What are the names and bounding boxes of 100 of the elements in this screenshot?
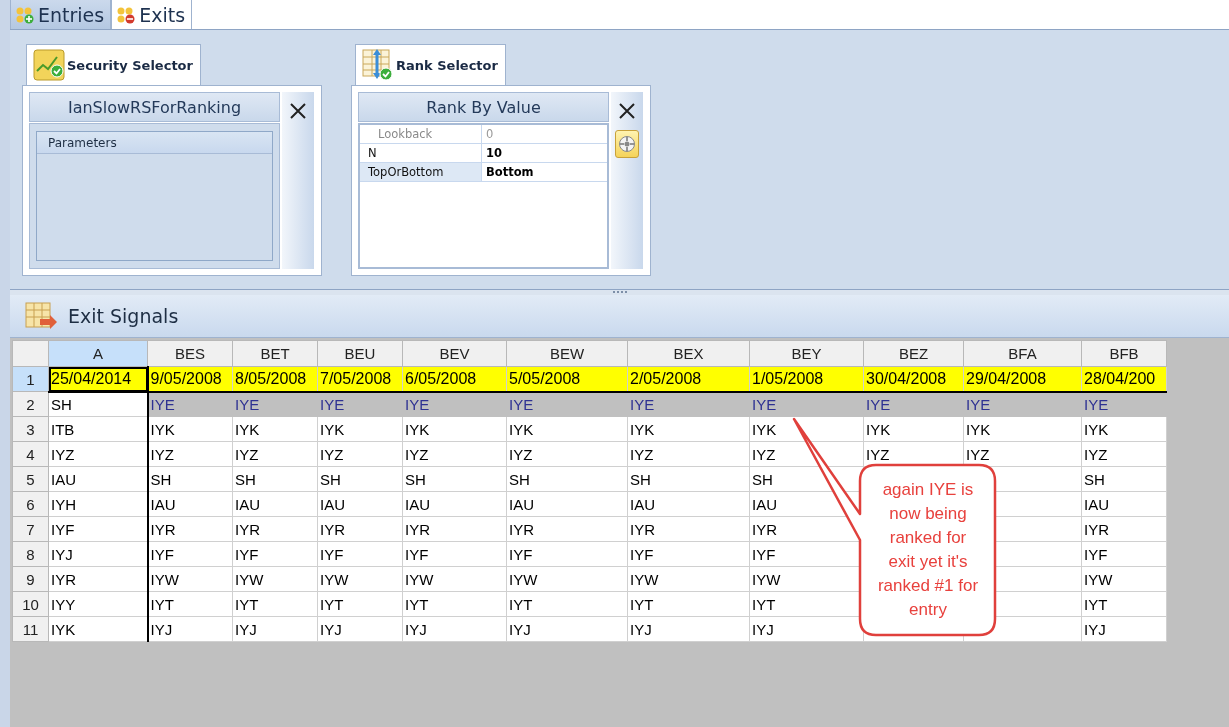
table-cell: IYT — [317, 591, 403, 617]
table-cell: SH — [627, 466, 750, 492]
table-cell: IYJ — [317, 616, 403, 642]
table-cell: IYJ — [147, 616, 233, 642]
table-cell: IYT — [147, 591, 233, 617]
table-cell: IYF — [506, 541, 628, 567]
group-header: Parameters — [37, 132, 272, 154]
table-cell: 28/04/200 — [1081, 366, 1167, 392]
table-cell: IYK — [147, 416, 233, 442]
table-cell: IAU — [402, 491, 507, 517]
table-cell: SH — [317, 466, 403, 492]
column-header[interactable]: BFB — [1081, 340, 1167, 367]
table-cell: IYW — [627, 566, 750, 592]
table-cell: SH — [48, 391, 148, 417]
row-header[interactable]: 8 — [12, 541, 49, 567]
table-cell: IAU — [506, 491, 628, 517]
table-cell: IYW — [317, 566, 403, 592]
row-header[interactable]: 4 — [12, 441, 49, 467]
selector-title: Rank By Value — [358, 92, 609, 122]
table-cell: 6/05/2008 — [402, 366, 507, 392]
table-cell: IYW — [1081, 566, 1167, 592]
column-header[interactable]: BEV — [402, 340, 507, 367]
table-cell: IYR — [1081, 516, 1167, 542]
table-cell: IYK — [48, 616, 148, 642]
table-cell: IYK — [317, 416, 403, 442]
table-cell: SH — [1081, 466, 1167, 492]
table-cell: IYJ — [48, 541, 148, 567]
table-cell: IYJ — [1081, 616, 1167, 642]
row-header[interactable]: 3 — [12, 416, 49, 442]
column-header[interactable]: BFA — [963, 340, 1082, 367]
table-cell: IYK — [506, 416, 628, 442]
table-cell: IYW — [147, 566, 233, 592]
table-cell: ITB — [48, 416, 148, 442]
column-header[interactable]: BET — [232, 340, 318, 367]
property-name[interactable]: TopOrBottom — [360, 163, 482, 181]
column-header[interactable]: BES — [147, 340, 233, 367]
table-cell: 25/04/2014 — [48, 366, 148, 392]
table-cell: IAU — [627, 491, 750, 517]
table-cell: 29/04/2008 — [963, 366, 1082, 392]
section-title: Exit Signals — [68, 305, 179, 327]
table-cell: IYR — [48, 566, 148, 592]
table-cell: IYK — [627, 416, 750, 442]
selector-tab-label: Security Selector — [67, 57, 193, 73]
row-header[interactable]: 1 — [12, 366, 49, 392]
column-header[interactable]: BEY — [749, 340, 864, 367]
row-header[interactable]: 5 — [12, 466, 49, 492]
table-cell: IYF — [627, 541, 750, 567]
row-header[interactable]: 7 — [12, 516, 49, 542]
table-cell: IYZ — [402, 441, 507, 467]
row-header[interactable]: 10 — [12, 591, 49, 617]
table-cell: IAU — [1081, 491, 1167, 517]
table-cell: 9/05/2008 — [147, 366, 233, 392]
property-value[interactable]: Bottom — [482, 163, 607, 181]
property-value[interactable]: 10 — [482, 144, 607, 162]
table-cell: IYR — [627, 516, 750, 542]
selector-tab[interactable]: Rank Selector — [355, 44, 506, 85]
table-cell: IAU — [48, 466, 148, 492]
tab[interactable]: Exits — [111, 0, 193, 29]
table-cell: IYZ — [627, 441, 750, 467]
row-header[interactable]: 2 — [12, 391, 49, 417]
table-cell: 30/04/2008 — [863, 366, 964, 392]
table-cell: IYK — [863, 416, 964, 442]
column-header[interactable]: BEW — [506, 340, 628, 367]
callout-text: again IYE is now being ranked for exit yet it's ranked #1 for entry — [876, 479, 980, 621]
table-cell: IYZ — [317, 441, 403, 467]
table-cell: IYT — [627, 591, 750, 617]
table-cell: IYW — [402, 566, 507, 592]
column-header[interactable]: A — [48, 340, 148, 367]
selector-title: IanSlowRSForRanking — [29, 92, 280, 122]
column-header[interactable]: BEX — [627, 340, 750, 367]
table-cell: IYZ — [48, 441, 148, 467]
table-cell: 5/05/2008 — [506, 366, 628, 392]
table-cell: IYR — [147, 516, 233, 542]
table-cell: IYT — [232, 591, 318, 617]
table-cell: IYF — [317, 541, 403, 567]
row-header[interactable]: 6 — [12, 491, 49, 517]
column-header[interactable]: BEZ — [863, 340, 964, 367]
table-cell: IYF — [147, 541, 233, 567]
selector-tab[interactable]: Security Selector — [26, 44, 201, 85]
table-cell: IYH — [48, 491, 148, 517]
column-header[interactable]: BEU — [317, 340, 403, 367]
table-cell: IYT — [1081, 591, 1167, 617]
selector-tab-label: Rank Selector — [396, 57, 498, 73]
table-cell: IAU — [317, 491, 403, 517]
table-cell: IYF — [402, 541, 507, 567]
table-cell: IYK — [402, 416, 507, 442]
table-cell: SH — [402, 466, 507, 492]
table-cell: IYK — [232, 416, 318, 442]
table-cell: 2/05/2008 — [627, 366, 750, 392]
tab[interactable]: Entries — [10, 0, 112, 29]
table-cell: 1/05/2008 — [749, 366, 864, 392]
table-cell: IYF — [232, 541, 318, 567]
table-cell: IYK — [1081, 416, 1167, 442]
table-cell: IYJ — [402, 616, 507, 642]
table-cell: SH — [506, 466, 628, 492]
table-cell: 8/05/2008 — [232, 366, 318, 392]
table-cell: IYZ — [506, 441, 628, 467]
row-header[interactable]: 9 — [12, 566, 49, 592]
table-cell: SH — [232, 466, 318, 492]
row-header[interactable]: 11 — [12, 616, 49, 642]
